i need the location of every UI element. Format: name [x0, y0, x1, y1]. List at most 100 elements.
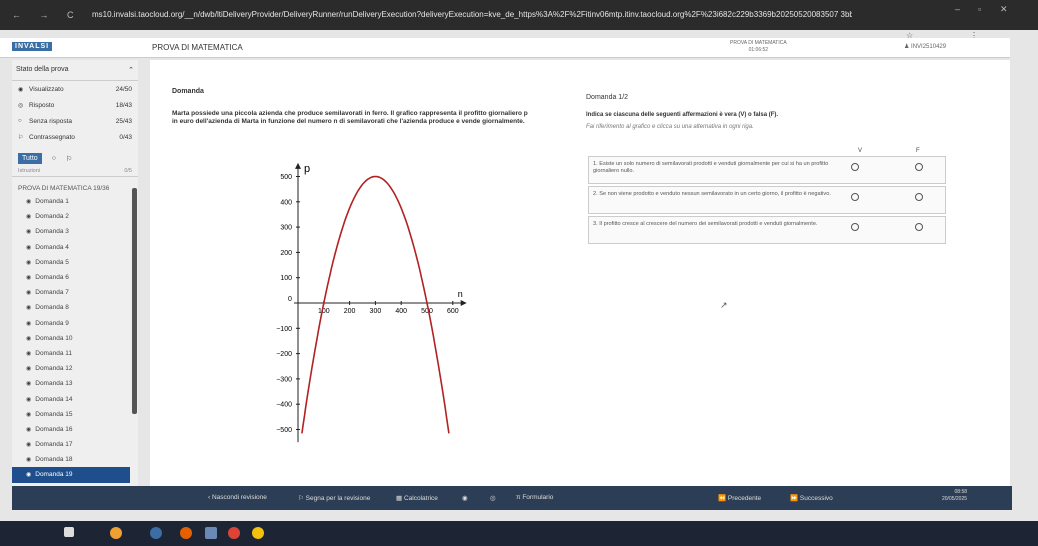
start-icon[interactable]: [64, 527, 74, 537]
clock: 08:58 20/05/2025: [942, 489, 967, 503]
calculator-button[interactable]: ▦ Calcolatrice: [396, 494, 438, 502]
radio-icon: ◉: [26, 214, 32, 221]
rewind-icon: ⏪: [718, 495, 727, 502]
question-label: Domanda 5: [35, 258, 69, 266]
address-bar[interactable]: ms10.invalsi.taocloud.org/__n/dwb/ltiDel…: [92, 10, 852, 19]
radio-icon: ◉: [26, 426, 32, 433]
filter-flagged-icon[interactable]: ⚐: [66, 155, 72, 163]
firefox-icon[interactable]: [180, 527, 192, 539]
question-label: Domanda 14: [35, 395, 73, 403]
question-label: Domanda 11: [35, 349, 72, 357]
mark-review-button[interactable]: ⚐ Segna per la revisione: [298, 494, 370, 502]
formulario-button[interactable]: π Formulario: [516, 494, 553, 501]
radio-icon: ◉: [26, 457, 32, 464]
statement-text: 1. Esiste un solo numero di semilavorati…: [593, 161, 829, 174]
y-tick-label: 400: [280, 199, 292, 206]
timer-value: 01:06:52: [748, 47, 769, 53]
radio-v[interactable]: [851, 223, 859, 231]
question-item[interactable]: ◉ Domanda 11: [12, 346, 138, 361]
y-tick-label: 500: [280, 174, 292, 181]
radio-f[interactable]: [915, 223, 923, 231]
status-count: 18/43: [115, 101, 132, 109]
test-title: PROVA DI MATEMATICA: [152, 43, 243, 52]
question-item[interactable]: ◉ Domanda 6: [12, 270, 138, 285]
instructions-count: 0/5: [124, 168, 132, 174]
question-item[interactable]: ◉ Domanda 12: [12, 361, 138, 376]
radio-icon: ◉: [26, 259, 32, 266]
section-name[interactable]: PROVA DI MATEMATICA 19/36: [12, 176, 138, 194]
instructions-row[interactable]: Istruzioni 0/5: [12, 168, 138, 174]
settings-icon[interactable]: [252, 527, 264, 539]
next-button[interactable]: ⏩ Successivo: [790, 494, 833, 502]
prev-button[interactable]: ⏪ Precedente: [718, 494, 761, 502]
y-tick-label: 100: [280, 275, 292, 282]
instructions-label: Istruzioni: [18, 168, 41, 174]
radio-f[interactable]: [915, 193, 923, 201]
x-tick-label: 500: [421, 308, 433, 315]
question-item[interactable]: ◉ Domanda 5: [12, 255, 138, 270]
question-item[interactable]: ◉ Domanda 14: [12, 391, 138, 406]
radio-f[interactable]: [915, 163, 923, 171]
sidebar-scrollbar[interactable]: [132, 188, 137, 414]
radio-icon: ◉: [26, 199, 32, 206]
status-section-header[interactable]: Stato della prova ⌃: [12, 60, 138, 81]
invalsi-logo: INVALSI: [12, 42, 53, 51]
files-icon[interactable]: [110, 527, 122, 539]
question-item[interactable]: ◉ Domanda 4: [12, 240, 138, 255]
image-icon[interactable]: [205, 527, 217, 539]
x-tick-label: 200: [344, 308, 356, 315]
radio-v[interactable]: [851, 163, 859, 171]
close-window-button[interactable]: ✕: [1000, 4, 1008, 15]
minimize-button[interactable]: –: [955, 4, 960, 14]
status-risposto: ◎ Risposto 18/43: [12, 97, 138, 113]
question-item[interactable]: ◉ Domanda 7: [12, 285, 138, 300]
question-item[interactable]: ◉ Domanda 17: [12, 437, 138, 452]
statement-text: 2. Se non viene prodotto e venduto nessu…: [593, 191, 831, 197]
maximize-button[interactable]: ▫: [978, 4, 981, 14]
question-item[interactable]: ◉ Domanda 1: [12, 194, 138, 209]
chevron-up-icon[interactable]: ⌃: [128, 66, 134, 74]
tab-tutto[interactable]: Tutto: [18, 153, 42, 164]
x-tick-label: 600: [447, 308, 459, 315]
status-count: 0/43: [119, 133, 132, 141]
question-item[interactable]: ◉ Domanda 13: [12, 376, 138, 391]
y-axis-arrow: [295, 162, 301, 169]
browser-nav-buttons[interactable]: ← → C: [12, 10, 82, 20]
hide-review-label: Nascondi revisione: [211, 494, 267, 501]
highlighter-icon[interactable]: ◉: [462, 494, 468, 502]
radio-icon: ◉: [26, 275, 32, 282]
x-tick-label: 400: [395, 308, 407, 315]
question-label: Domanda 7: [35, 289, 69, 297]
flag-icon: ⚐: [18, 134, 24, 141]
question-item[interactable]: ◉ Domanda 18: [12, 452, 138, 467]
question-item[interactable]: ◉ Domanda 2: [12, 209, 138, 224]
user-id: ♟ INVI2510429: [904, 44, 947, 50]
radio-icon: ◉: [26, 305, 32, 312]
question-item[interactable]: ◉ Domanda 15: [12, 407, 138, 422]
statement-row-1: 1. Esiste un solo numero di semilavorati…: [588, 156, 946, 184]
hide-review-button[interactable]: ‹ Nascondi revisione: [208, 494, 267, 501]
y-tick-label: 300: [280, 225, 292, 232]
radio-icon: ◉: [26, 244, 32, 251]
radio-icon: ◉: [26, 320, 32, 327]
question-label: Domanda 15: [35, 410, 73, 418]
timer-label: PROVA DI MATEMATICA: [730, 40, 787, 46]
eraser-icon[interactable]: ◎: [490, 494, 496, 502]
chrome-icon[interactable]: [228, 527, 240, 539]
question-list: ◉ Domanda 1 ◉ Domanda 2 ◉ Domanda 3 ◉ Domanda 4…: [12, 194, 138, 483]
col-v-header: V: [858, 148, 863, 154]
question-item[interactable]: ◉ Domanda 10: [12, 331, 138, 346]
filter-unanswered-icon[interactable]: ○: [52, 155, 56, 162]
status-senza-risposta: ○ Senza risposta 25/43: [12, 113, 138, 129]
question-item[interactable]: ◉ Domanda 16: [12, 422, 138, 437]
question-item[interactable]: ◉ Domanda 19: [12, 467, 130, 483]
store-icon[interactable]: [150, 527, 162, 539]
radio-icon: ◉: [26, 442, 32, 449]
y-tick-label: −300: [276, 376, 292, 383]
status-label: Senza risposta: [29, 117, 72, 125]
radio-v[interactable]: [851, 193, 859, 201]
mouse-cursor-icon: ↗: [720, 300, 728, 310]
question-item[interactable]: ◉ Domanda 8: [12, 300, 138, 315]
question-item[interactable]: ◉ Domanda 3: [12, 224, 138, 239]
question-item[interactable]: ◉ Domanda 9: [12, 316, 138, 331]
